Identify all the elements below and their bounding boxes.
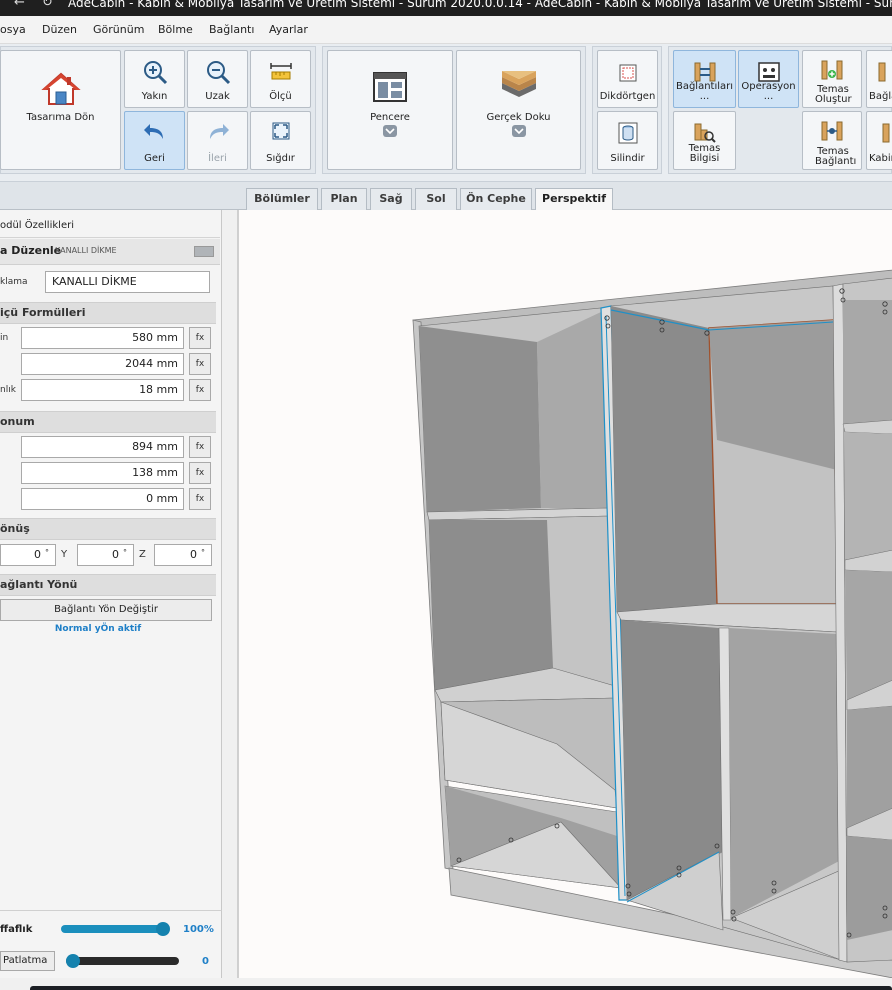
tab-plan[interactable]: Plan [321, 188, 367, 210]
connections-icon [694, 62, 715, 82]
dimension-formulas-header: içü Formülleri [0, 302, 216, 324]
operation-icon [757, 62, 780, 82]
undo-arrow-icon [143, 124, 163, 139]
connect-icon [878, 62, 886, 82]
position-z-field[interactable]: 0 mm [21, 488, 184, 510]
tab-perspective[interactable]: Perspektif [535, 188, 613, 211]
transparency-slider[interactable] [61, 925, 169, 933]
window-layout-icon [373, 72, 407, 102]
zoom-in-icon [143, 61, 167, 85]
contact-create-icon [821, 60, 843, 80]
height-fx-button[interactable]: fx [189, 353, 211, 375]
position-x-field[interactable]: 894 mm [21, 436, 184, 458]
transparency-slider-thumb[interactable] [156, 922, 170, 936]
measure-button[interactable]: Ölçü [250, 50, 311, 108]
thickness-field[interactable]: 18 mm [21, 379, 184, 401]
menu-bar: osya Düzen Görünüm Bölme Bağlantı Ayarla… [0, 16, 892, 44]
redo-button[interactable]: İleri [187, 111, 248, 170]
chevron-down-icon [383, 125, 397, 137]
menu-edit[interactable]: Düzen [42, 23, 77, 36]
title-bar: ← ↻ AdeCabin - Kabin & Mobilya Tasarım v… [0, 0, 892, 16]
real-texture-button[interactable]: Gerçek Doku [456, 50, 581, 170]
window-title: AdeCabin - Kabin & Mobilya Tasarım ve Ür… [68, 0, 892, 10]
contact-create-button[interactable]: Temas Oluştur [802, 50, 862, 108]
contact-connection-button[interactable]: Temas Bağlantı [802, 111, 862, 170]
back-arrow-icon[interactable]: ← [14, 0, 25, 10]
explode-slider[interactable] [66, 957, 179, 965]
cylinder-button[interactable]: Silindir [597, 111, 658, 170]
connections-button[interactable]: Bağlantıları ... [673, 50, 736, 108]
transparency-label: ffaflık [0, 924, 33, 935]
thickness-fx-button[interactable]: fx [189, 379, 211, 401]
connection-direction-header: ağlantı Yönü [0, 574, 216, 596]
menu-connection[interactable]: Bağlantı [209, 23, 254, 36]
height-field[interactable]: 2044 mm [21, 353, 184, 375]
color-swatch[interactable] [194, 246, 214, 257]
house-icon [40, 72, 81, 105]
module-properties-panel: odül Özellikleri a Düzenle KANALLI DİKME… [0, 210, 222, 910]
edit-section-header: a Düzenle KANALLI DİKME [0, 239, 220, 265]
home-button[interactable]: Tasarıma Dön [0, 50, 121, 170]
explode-slider-thumb[interactable] [66, 954, 80, 968]
transparency-value: 100% [183, 924, 214, 935]
zoom-out-button[interactable]: Uzak [187, 50, 248, 108]
change-connection-direction-button[interactable]: Bağlantı Yön Değiştir [0, 599, 212, 621]
fit-screen-icon [272, 122, 289, 140]
fit-button[interactable]: Sığdır [250, 111, 311, 170]
taskbar [30, 986, 892, 990]
undo-button[interactable]: Geri [124, 111, 185, 170]
position-x-fx-button[interactable]: fx [189, 436, 211, 458]
view-tab-bar: Bölümler Plan Sağ Sol Ön Cephe Perspekti… [0, 182, 892, 211]
explode-value: 0 [202, 956, 209, 967]
position-header: onum [0, 411, 216, 433]
panel-splitter[interactable] [222, 210, 238, 980]
menu-settings[interactable]: Ayarlar [269, 23, 308, 36]
chevron-down-icon [511, 125, 526, 137]
position-z-fx-button[interactable]: fx [189, 488, 211, 510]
ruler-icon [269, 63, 292, 80]
width-field[interactable]: 580 mm [21, 327, 184, 349]
contact-connection-icon [821, 121, 843, 141]
connection-status: Normal yÖn aktif [54, 624, 142, 634]
connect-button[interactable]: Bağla [866, 50, 892, 108]
position-y-fx-button[interactable]: fx [189, 462, 211, 484]
panel-header: odül Özellikleri [0, 212, 220, 238]
contact-info-icon [694, 123, 716, 143]
cabin-button[interactable]: Kabin [866, 111, 892, 170]
redo-arrow-icon [209, 124, 229, 139]
menu-file[interactable]: osya [0, 23, 26, 36]
tab-left[interactable]: Sol [415, 188, 457, 210]
position-y-field[interactable]: 138 mm [21, 462, 184, 484]
bottom-strip [0, 978, 892, 990]
cylinder-icon [618, 122, 637, 144]
rectangle-button[interactable]: Dikdörtgen [597, 50, 658, 108]
tab-front[interactable]: Ön Cephe [460, 188, 532, 210]
operation-button[interactable]: Operasyon ... [738, 50, 799, 108]
window-layout-button[interactable]: Pencere [327, 50, 453, 170]
zoom-out-icon [206, 61, 230, 85]
ribbon-toolbar: Tasarıma Dön Yakın Uzak Ölçü Geri İleri … [0, 44, 892, 182]
contact-info-button[interactable]: Temas Bilgisi [673, 111, 736, 170]
menu-partition[interactable]: Bölme [158, 23, 193, 36]
texture-stack-icon [501, 71, 536, 97]
width-fx-button[interactable]: fx [189, 327, 211, 349]
perspective-viewport[interactable] [238, 210, 892, 978]
zoom-in-button[interactable]: Yakın [124, 50, 185, 108]
description-field[interactable]: KANALLI DİKME [45, 271, 210, 293]
menu-view[interactable]: Görünüm [93, 23, 144, 36]
rotation-header: önüş [0, 518, 216, 540]
explode-button[interactable]: Patlatma [0, 951, 55, 971]
refresh-icon[interactable]: ↻ [42, 0, 53, 10]
rectangle-icon [619, 64, 636, 82]
cabin-icon [882, 123, 890, 143]
tab-right[interactable]: Sağ [370, 188, 412, 210]
tab-sections[interactable]: Bölümler [246, 188, 318, 210]
display-sliders: ffaflık 100% Patlatma 0 [0, 910, 222, 980]
cabinet-3d-render [412, 269, 892, 978]
